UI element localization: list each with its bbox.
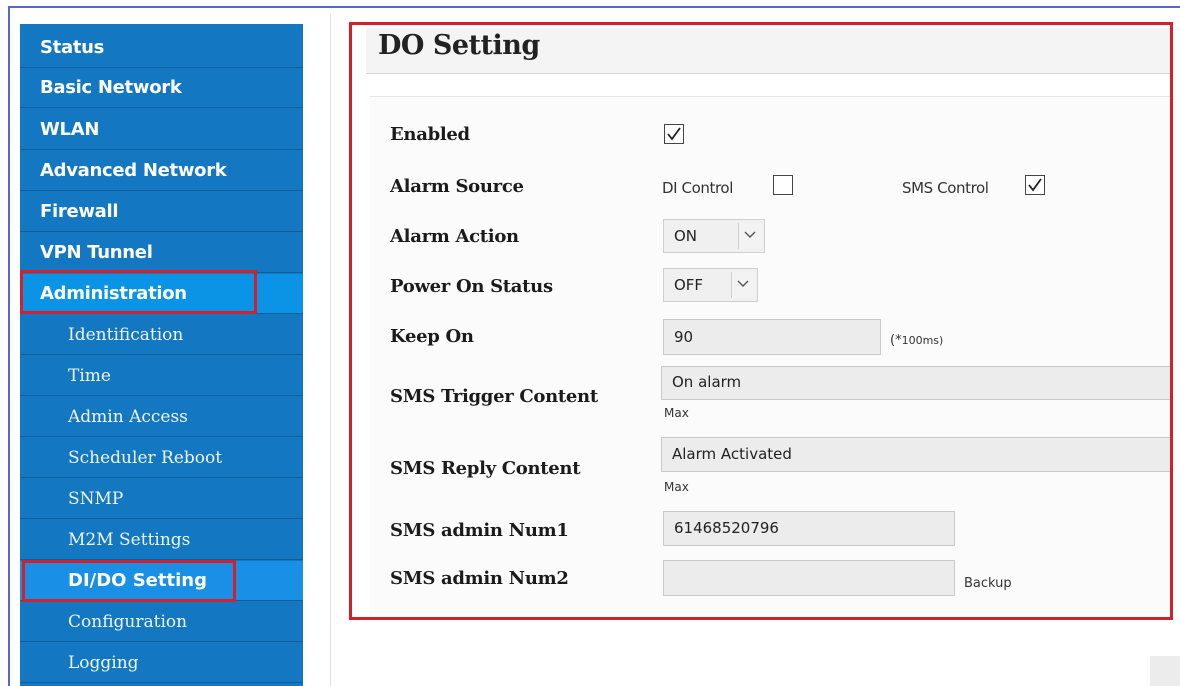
sidebar-item-advanced-network[interactable]: Advanced Network	[20, 151, 303, 191]
di-control-label: DI Control	[662, 179, 733, 197]
power-on-status-select[interactable]: OFF	[663, 268, 758, 302]
sms-reply-input[interactable]: Alarm Activated	[661, 437, 1170, 472]
admin-num1-input[interactable]: 61468520796	[663, 511, 955, 546]
sidebar-subitem-identification[interactable]: Identification	[20, 315, 303, 355]
check-icon	[1028, 178, 1042, 192]
chevron-down-icon[interactable]	[731, 272, 755, 298]
keep-on-unit: (*100ms)	[890, 333, 944, 348]
admin-num1-label: SMS admin Num1	[390, 520, 569, 541]
sidebar-item-basic-network[interactable]: Basic Network	[20, 68, 303, 108]
sms-reply-hint: Max	[664, 480, 689, 494]
sidebar-subitem-admin-access[interactable]: Admin Access	[20, 397, 303, 437]
di-control-checkbox[interactable]	[773, 175, 793, 195]
highlight-di-do-setting	[22, 560, 236, 602]
sms-control-label: SMS Control	[902, 179, 989, 197]
sidebar-item-status[interactable]: Status	[20, 28, 303, 68]
admin-num2-hint: Backup	[964, 576, 1012, 591]
highlight-administration	[20, 270, 257, 314]
enabled-label: Enabled	[390, 124, 470, 145]
keep-on-label: Keep On	[390, 326, 474, 347]
sidebar-subitem-snmp[interactable]: SNMP	[20, 479, 303, 519]
sidebar-item-wlan[interactable]: WLAN	[20, 110, 303, 150]
sms-trigger-hint: Max	[664, 406, 689, 420]
admin-num2-label: SMS admin Num2	[390, 568, 569, 589]
sms-trigger-input[interactable]: On alarm	[661, 366, 1170, 400]
sidebar-item-vpn-tunnel[interactable]: VPN Tunnel	[20, 233, 303, 273]
sidebar-subitem-m2m-settings[interactable]: M2M Settings	[20, 520, 303, 560]
alarm-action-select[interactable]: ON	[663, 219, 765, 253]
keep-on-input[interactable]: 90	[663, 319, 881, 355]
sidebar-item-firewall[interactable]: Firewall	[20, 192, 303, 232]
chevron-down-icon[interactable]	[738, 223, 762, 249]
sidebar-subitem-configuration[interactable]: Configuration	[20, 602, 303, 642]
admin-num2-input[interactable]	[663, 560, 955, 596]
sidebar-subitem-time[interactable]: Time	[20, 356, 303, 396]
power-on-status-label: Power On Status	[390, 276, 553, 297]
check-icon	[667, 127, 681, 141]
sms-trigger-label: SMS Trigger Content	[390, 386, 598, 407]
alarm-source-label: Alarm Source	[390, 176, 524, 197]
sms-reply-label: SMS Reply Content	[390, 458, 581, 479]
enabled-checkbox[interactable]	[664, 124, 684, 144]
sidebar-subitem-logging[interactable]: Logging	[20, 643, 303, 683]
alarm-action-label: Alarm Action	[390, 226, 519, 247]
alarm-action-value: ON	[674, 227, 698, 245]
power-on-status-value: OFF	[674, 276, 704, 294]
scrollbar-corner	[1150, 656, 1180, 686]
sms-control-checkbox[interactable]	[1025, 175, 1045, 195]
sidebar-subitem-scheduler-reboot[interactable]: Scheduler Reboot	[20, 438, 303, 478]
